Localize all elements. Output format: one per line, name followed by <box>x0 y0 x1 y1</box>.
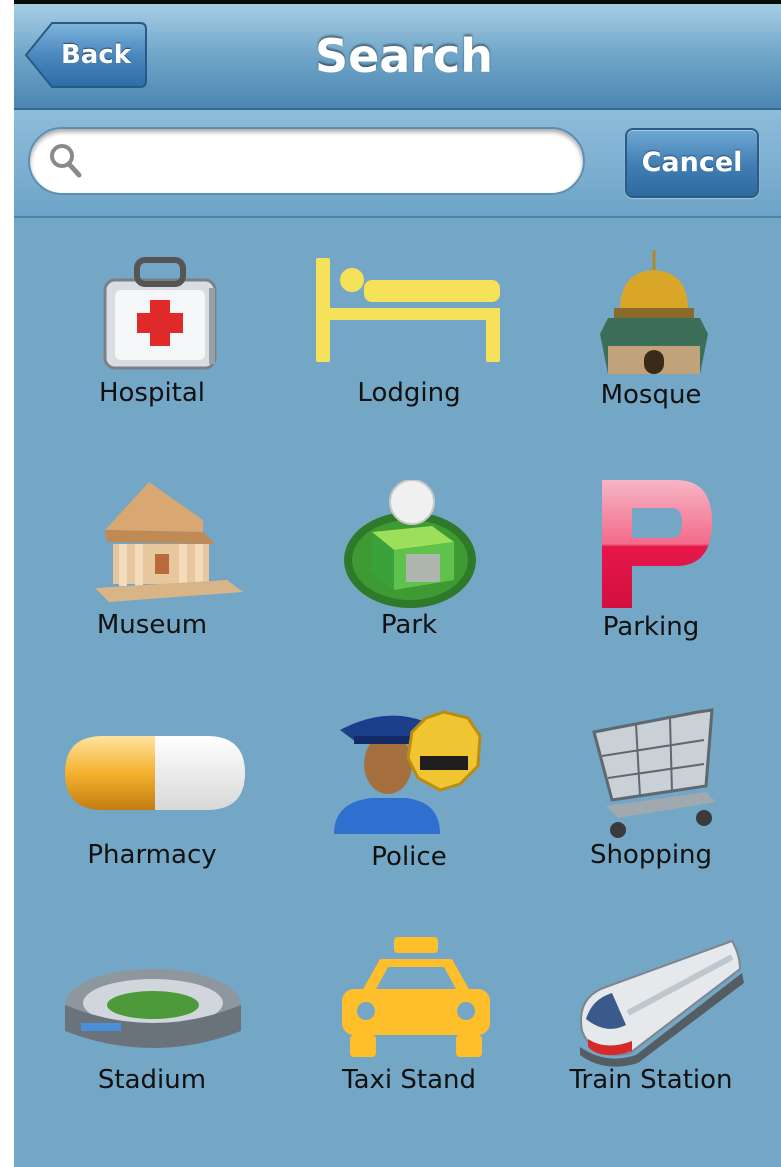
category-train-station[interactable]: Train Station <box>536 935 766 1135</box>
category-mosque[interactable]: Mosque <box>536 250 766 450</box>
mosque-icon <box>600 250 708 374</box>
category-label: Park <box>380 610 438 640</box>
shopping-cart-icon <box>592 708 716 838</box>
search-input[interactable] <box>94 141 568 183</box>
cancel-button[interactable]: Cancel <box>625 128 759 198</box>
search-icon <box>50 144 82 178</box>
category-pharmacy[interactable]: Pharmacy <box>37 706 267 906</box>
app-screen: Back Search Cancel Hospital Lodging Mosq… <box>14 0 781 1167</box>
museum-icon <box>95 482 243 602</box>
category-hospital[interactable]: Hospital <box>37 250 267 450</box>
police-icon <box>334 710 482 834</box>
category-shopping[interactable]: Shopping <box>536 706 766 906</box>
stadium-icon <box>65 969 241 1048</box>
category-label: Museum <box>96 610 208 640</box>
first-aid-kit-icon <box>103 257 217 370</box>
category-lodging[interactable]: Lodging <box>294 250 524 450</box>
category-police[interactable]: Police <box>294 706 524 906</box>
category-label: Mosque <box>600 380 702 410</box>
navigation-bar: Back Search <box>14 4 781 110</box>
category-museum[interactable]: Museum <box>37 480 267 680</box>
train-icon <box>580 939 744 1067</box>
category-label: Lodging <box>357 378 461 408</box>
back-button-label: Back <box>60 40 132 70</box>
search-field[interactable] <box>28 127 585 195</box>
category-label: Police <box>371 842 447 872</box>
taxi-icon <box>342 937 490 1057</box>
back-button[interactable]: Back <box>24 21 148 89</box>
category-parking[interactable]: Parking <box>536 480 766 680</box>
category-label: Shopping <box>589 840 713 870</box>
category-label: Parking <box>602 612 700 642</box>
category-label: Taxi Stand <box>342 1065 476 1095</box>
category-taxi-stand[interactable]: Taxi Stand <box>294 935 524 1135</box>
category-label: Stadium <box>97 1065 207 1095</box>
category-label: Hospital <box>98 378 206 408</box>
search-bar: Cancel <box>14 110 781 218</box>
parking-icon <box>602 480 712 608</box>
category-park[interactable]: Park <box>294 480 524 680</box>
page-title: Search <box>314 29 494 83</box>
bed-icon <box>316 258 500 362</box>
pill-icon <box>65 736 245 810</box>
category-label: Pharmacy <box>87 840 217 870</box>
category-stadium[interactable]: Stadium <box>37 935 267 1135</box>
category-label: Train Station <box>569 1065 733 1095</box>
park-icon <box>344 480 476 608</box>
